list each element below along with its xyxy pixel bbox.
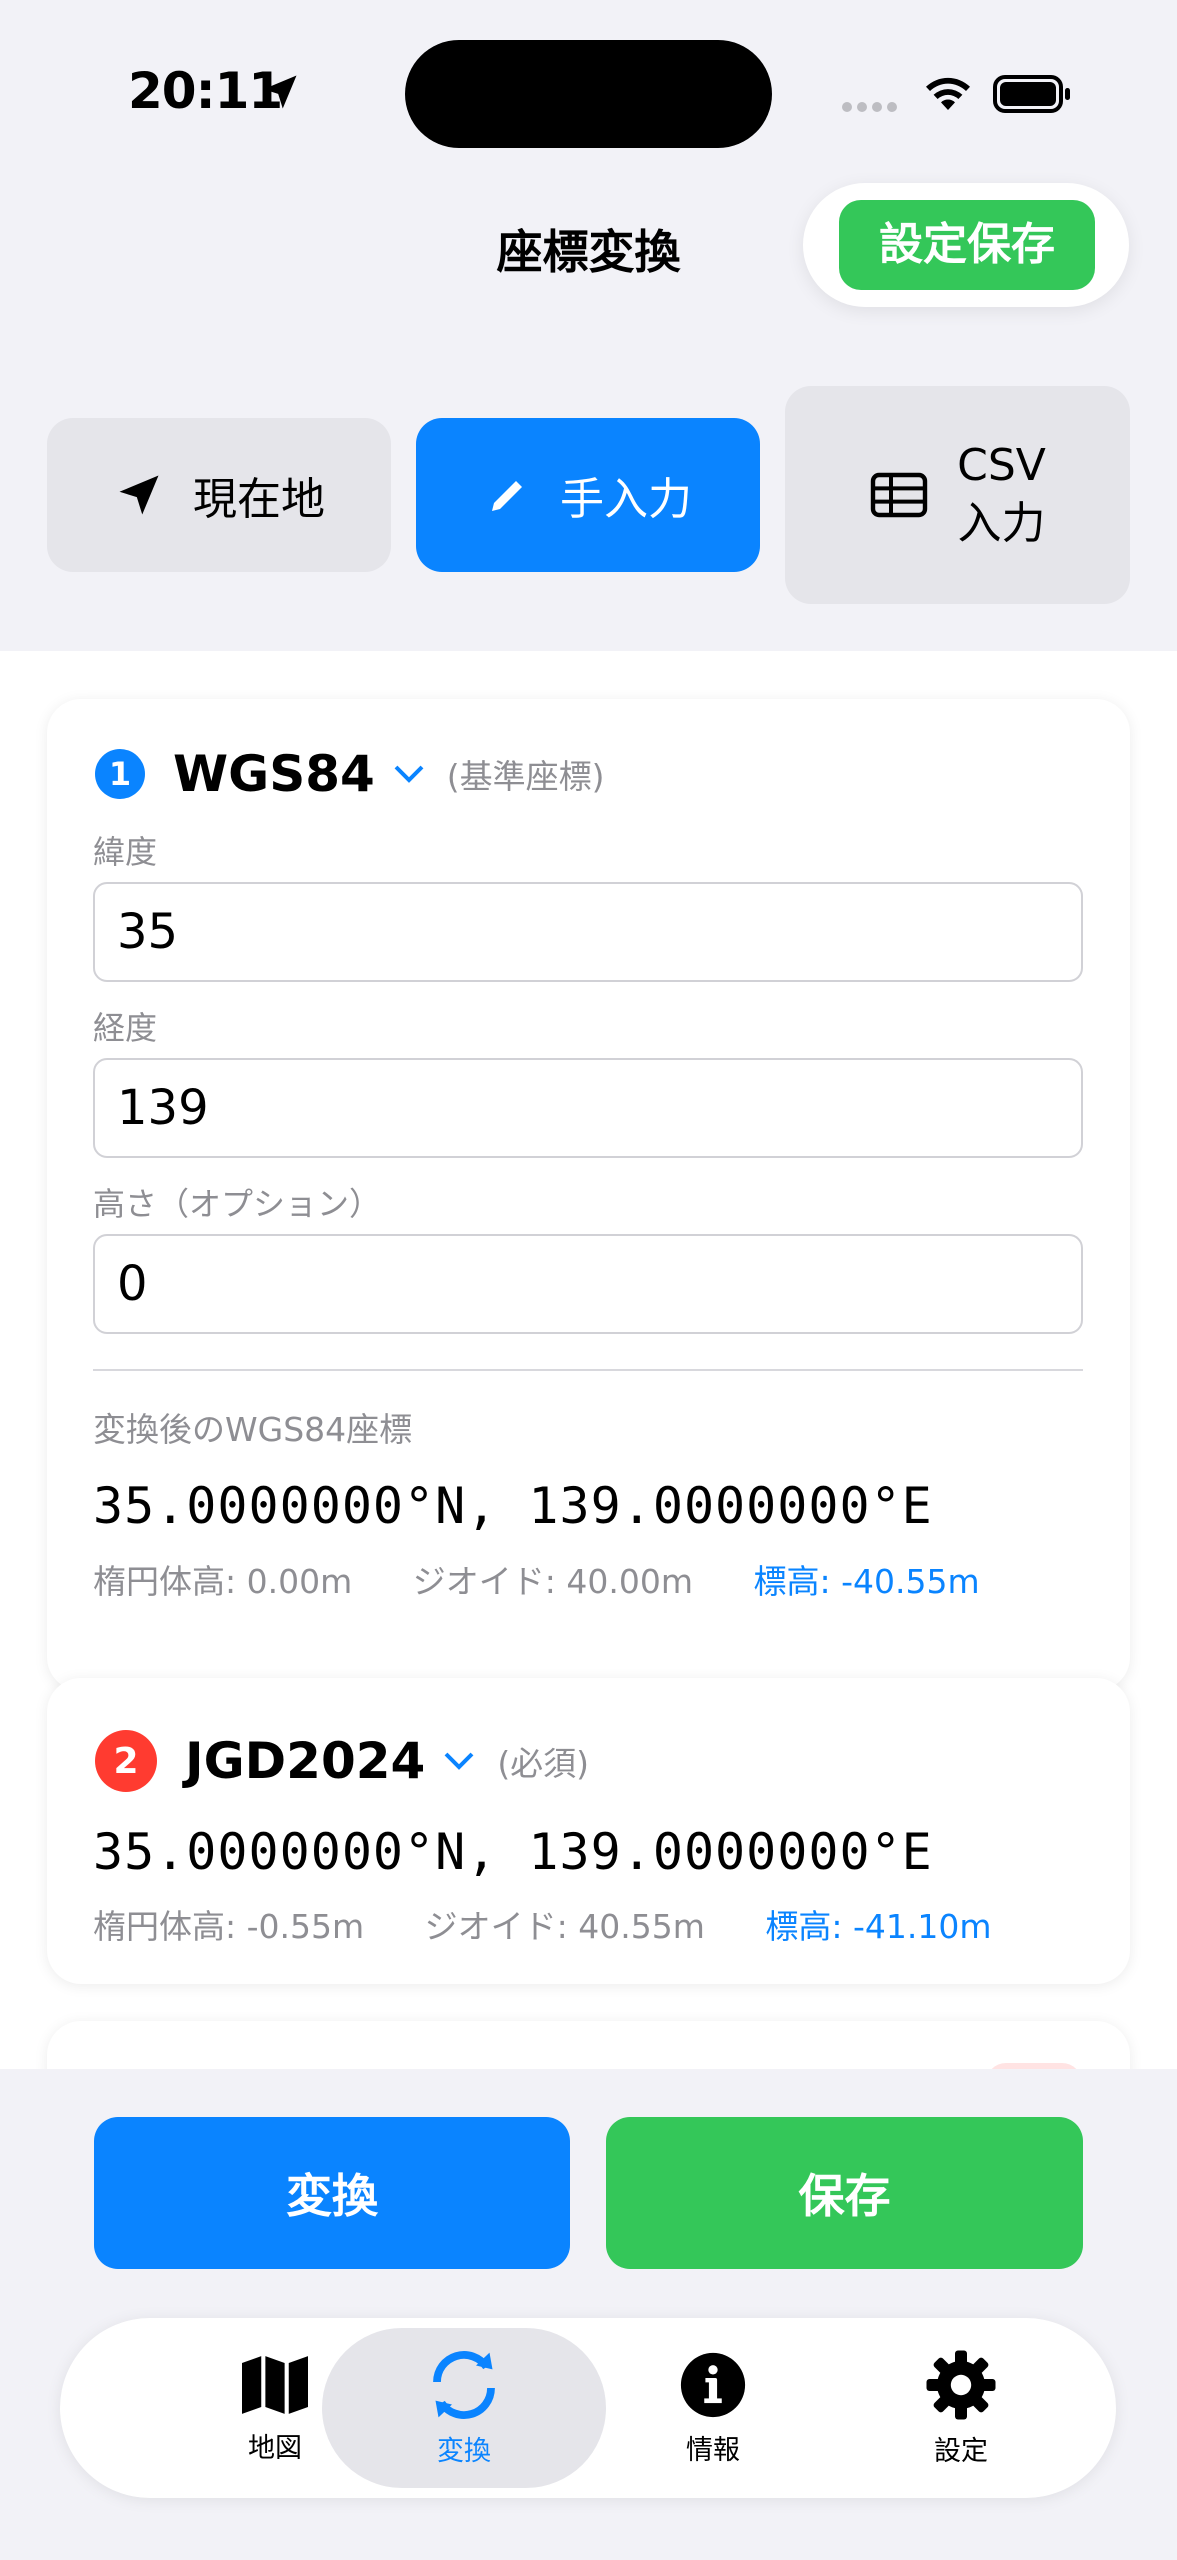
card-note: (必須) bbox=[497, 1744, 590, 1783]
tab-info[interactable]: 情報 bbox=[588, 2328, 838, 2488]
divider bbox=[93, 1369, 1083, 1371]
convert-button[interactable]: 変換 bbox=[94, 2117, 570, 2269]
coordinate-card-wgs84: 1 WGS84 (基準座標) 緯度 経度 高さ（オプション） 変換後のWGS84… bbox=[47, 699, 1130, 1691]
mode-manual-input-button[interactable]: 手入力 bbox=[416, 418, 760, 572]
tab-settings[interactable]: 設定 bbox=[836, 2328, 1086, 2488]
result-label: 変換後のWGS84座標 bbox=[93, 1410, 413, 1449]
mode-csv-label-line1: CSV bbox=[957, 440, 1046, 491]
ellipsoid-height: 楕円体高: 0.00m bbox=[93, 1562, 353, 1601]
mode-csv-input-label: CSV 入力 bbox=[957, 437, 1046, 553]
card-note: (基準座標) bbox=[446, 757, 605, 796]
longitude-label: 経度 bbox=[93, 1009, 158, 1047]
mode-csv-label-line2: 入力 bbox=[957, 498, 1046, 549]
chevron-down-icon[interactable] bbox=[393, 764, 425, 784]
converted-coordinate: 35.0000000°N, 139.0000000°E bbox=[93, 1477, 933, 1535]
mode-current-location-button[interactable]: 現在地 bbox=[47, 418, 391, 572]
save-settings-container: 設定保存 bbox=[803, 183, 1129, 307]
status-bar: 20:11 bbox=[0, 0, 1177, 190]
elevation-value: 標高: -40.55m bbox=[753, 1562, 980, 1601]
coordinate-system-picker[interactable]: WGS84 bbox=[173, 745, 375, 803]
dynamic-island bbox=[405, 40, 772, 148]
table-icon bbox=[870, 472, 928, 518]
coordinate-card-jgd2024: 2 JGD2024 (必須) 35.0000000°N, 139.0000000… bbox=[47, 1678, 1130, 1984]
height-input[interactable] bbox=[93, 1234, 1083, 1334]
tab-settings-label: 設定 bbox=[934, 2435, 988, 2467]
latitude-input[interactable] bbox=[93, 882, 1083, 982]
elevation-value: 標高: -41.10m bbox=[765, 1907, 992, 1946]
info-icon bbox=[680, 2352, 746, 2417]
step-number-badge: 1 bbox=[95, 749, 145, 799]
save-button[interactable]: 保存 bbox=[606, 2117, 1083, 2269]
wifi-icon bbox=[926, 77, 970, 110]
ellipsoid-height: 楕円体高: -0.55m bbox=[93, 1907, 365, 1946]
tab-convert-label: 変換 bbox=[437, 2435, 491, 2467]
map-icon bbox=[242, 2355, 308, 2414]
mode-csv-input-button[interactable]: CSV 入力 bbox=[785, 386, 1130, 604]
bottom-panel: 変換 保存 地図 変換 情報 設定 bbox=[0, 2069, 1177, 2560]
coordinate-list[interactable]: 1 WGS84 (基準座標) 緯度 経度 高さ（オプション） 変換後のWGS84… bbox=[0, 651, 1177, 2069]
height-label: 高さ（オプション） bbox=[93, 1185, 382, 1223]
coordinate-system-picker[interactable]: JGD2024 bbox=[185, 1732, 425, 1790]
coordinate-card-3 bbox=[47, 2021, 1130, 2069]
save-settings-button[interactable]: 設定保存 bbox=[839, 200, 1095, 290]
mode-current-location-label: 現在地 bbox=[193, 474, 325, 525]
latitude-label: 緯度 bbox=[93, 833, 158, 871]
location-arrow-icon bbox=[119, 475, 159, 515]
geoid-height: ジオイド: 40.00m bbox=[412, 1562, 693, 1601]
card-header: 2 JGD2024 (必須) bbox=[95, 1730, 589, 1792]
pencil-icon bbox=[492, 481, 522, 511]
card-header: 1 WGS84 (基準座標) bbox=[95, 745, 605, 803]
longitude-input[interactable] bbox=[93, 1058, 1083, 1158]
geoid-height: ジオイド: 40.55m bbox=[424, 1907, 705, 1946]
height-info: 楕円体高: -0.55m ジオイド: 40.55m 標高: -41.10m bbox=[93, 1900, 992, 1948]
tab-bar: 地図 変換 情報 設定 bbox=[60, 2318, 1116, 2498]
gear-icon bbox=[926, 2350, 996, 2419]
converted-coordinate: 35.0000000°N, 139.0000000°E bbox=[93, 1823, 933, 1881]
tab-info-label: 情報 bbox=[686, 2434, 740, 2466]
battery-icon bbox=[993, 75, 1070, 113]
convert-arrows-icon bbox=[433, 2350, 495, 2419]
height-info: 楕円体高: 0.00m ジオイド: 40.00m 標高: -40.55m bbox=[93, 1555, 980, 1603]
location-services-icon bbox=[263, 75, 297, 109]
tab-map-label: 地図 bbox=[248, 2432, 302, 2464]
mode-manual-input-label: 手入力 bbox=[560, 474, 692, 525]
chevron-down-icon[interactable] bbox=[443, 1751, 475, 1771]
tab-convert[interactable]: 変換 bbox=[322, 2328, 606, 2488]
step-number-badge: 2 bbox=[95, 1730, 157, 1792]
cellular-signal-icon bbox=[842, 102, 897, 112]
